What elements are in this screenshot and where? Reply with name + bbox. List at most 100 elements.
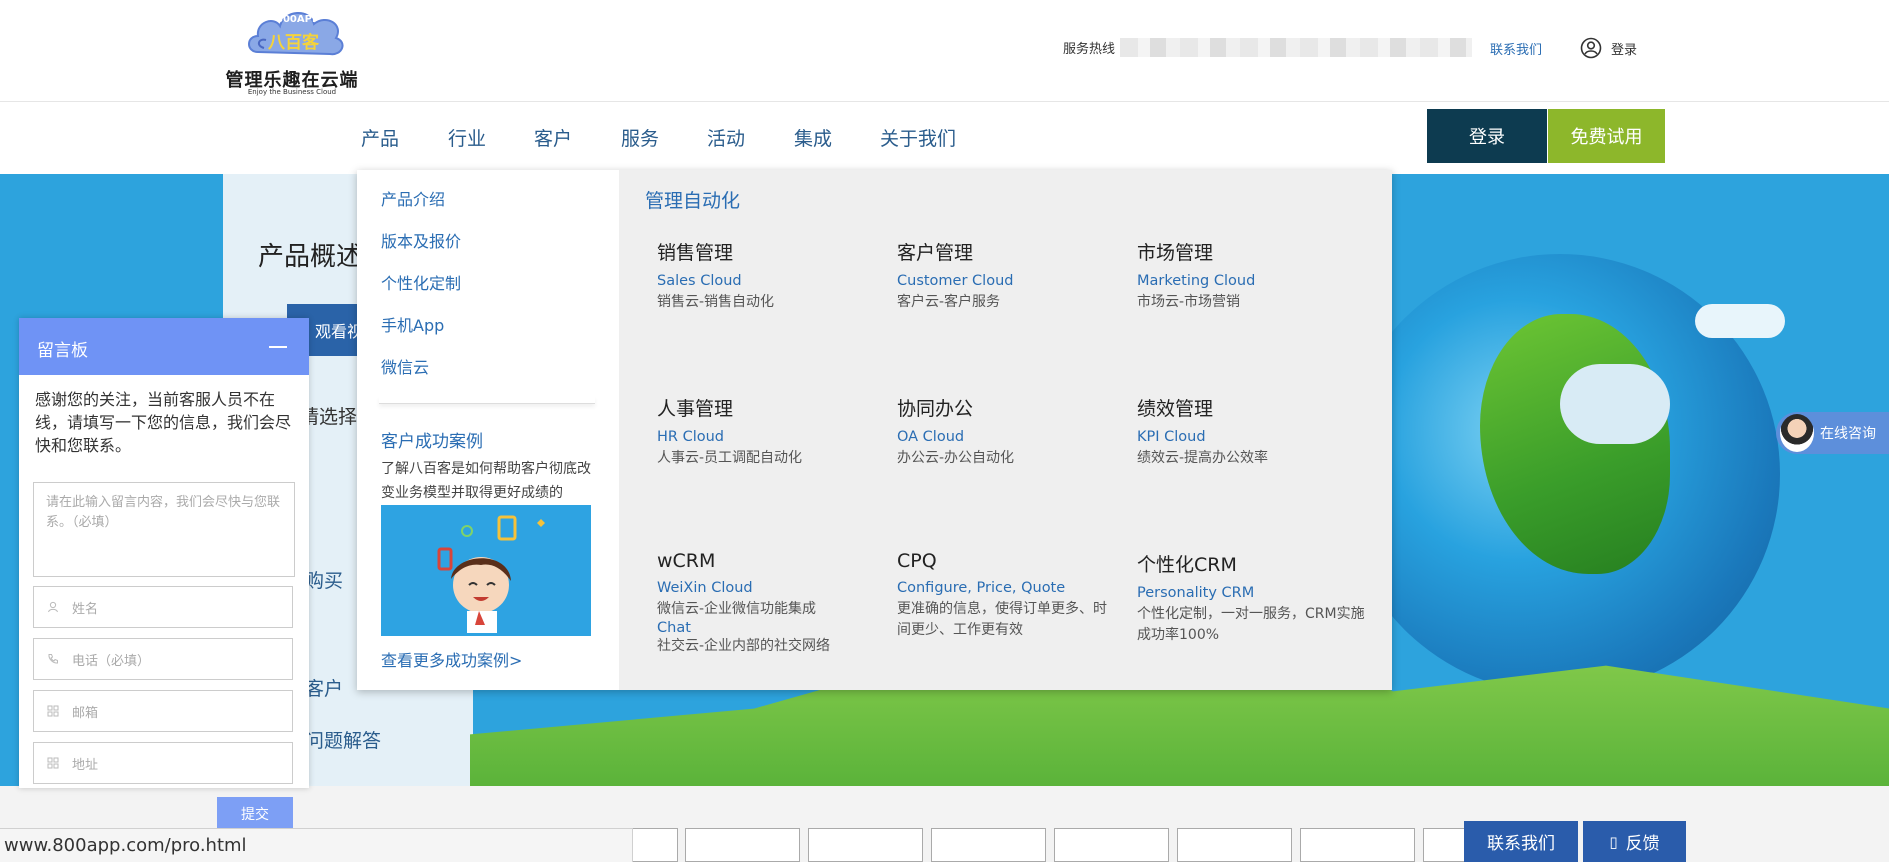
grid-icon xyxy=(46,756,60,770)
user-icon[interactable] xyxy=(1580,37,1602,59)
cloud-illustration xyxy=(1560,364,1670,444)
module-oa[interactable]: 协同办公 OA Cloud 办公云-办公自动化 xyxy=(897,394,1117,469)
logo-name: 八百客 xyxy=(268,33,319,53)
nav-item-industry[interactable]: 行业 xyxy=(448,124,486,151)
module-title: 绩效管理 xyxy=(1137,398,1214,420)
feedback-button[interactable]: ▯ 反馈 xyxy=(1583,821,1686,862)
dropdown-link-mobile-app[interactable]: 手机App xyxy=(381,312,444,336)
nav-item-events[interactable]: 活动 xyxy=(707,124,745,151)
panel-link-customers[interactable]: 客户 xyxy=(305,674,343,701)
module-kpi[interactable]: 绩效管理 KPI Cloud 绩效云-提高办公效率 xyxy=(1137,394,1357,469)
panel-link-faq[interactable]: 问题解答 xyxy=(305,726,381,753)
email-placeholder: 邮箱 xyxy=(72,705,99,721)
dropdown-link-wechat-cloud[interactable]: 微信云 xyxy=(381,354,429,378)
nav-item-about[interactable]: 关于我们 xyxy=(880,124,956,151)
module-en-link[interactable]: HR Cloud xyxy=(657,429,877,445)
module-desc: 市场云-市场营销 xyxy=(1137,294,1241,310)
module-customer[interactable]: 客户管理 Customer Cloud 客户云-客户服务 xyxy=(897,238,1117,313)
status-bar-url: www.800app.com/pro.html xyxy=(0,828,633,862)
module-en-link[interactable]: Sales Cloud xyxy=(657,273,877,289)
module-en-link[interactable]: WeiXin Cloud xyxy=(657,580,877,596)
success-cases-image[interactable] xyxy=(381,505,591,636)
module-title: 市场管理 xyxy=(1137,242,1214,264)
module-tab[interactable] xyxy=(1177,828,1292,862)
nav-item-customer[interactable]: 客户 xyxy=(534,124,572,151)
module-desc: 更准确的信息，使得订单更多、时间更少、工作更有效 xyxy=(897,601,1107,638)
logo-subtitle: Enjoy the Business Cloud xyxy=(247,88,337,96)
module-desc: 微信云-企业微信功能集成 xyxy=(657,601,817,617)
module-en-link-chat[interactable]: Chat xyxy=(657,620,877,636)
module-desc: 个性化定制，一对一服务，CRM实施成功率100% xyxy=(1137,606,1365,643)
address-field[interactable]: 地址 xyxy=(33,742,293,784)
person-icon xyxy=(46,600,60,614)
module-personal-crm[interactable]: 个性化CRM Personality CRM 个性化定制，一对一服务，CRM实施… xyxy=(1137,550,1367,646)
dropdown-link-customization[interactable]: 个性化定制 xyxy=(381,270,461,294)
agent-avatar-icon xyxy=(1780,414,1814,452)
message-board-title: 留言板 xyxy=(37,341,88,361)
minimize-icon[interactable] xyxy=(269,346,287,348)
contact-us-link[interactable]: 联系我们 xyxy=(1490,39,1542,58)
hotline-label: 服务热线 xyxy=(1063,42,1116,57)
cloud-illustration xyxy=(1695,304,1785,338)
email-field[interactable]: 邮箱 xyxy=(33,690,293,732)
free-trial-button[interactable]: 免费试用 xyxy=(1548,109,1665,163)
module-title: 个性化CRM xyxy=(1137,554,1237,576)
message-textarea[interactable]: 请在此输入留言内容，我们会尽快与您联系。（必填） xyxy=(33,482,295,577)
cartoon-character-icon xyxy=(381,505,591,636)
module-tab[interactable] xyxy=(1300,828,1415,862)
module-tab[interactable] xyxy=(931,828,1046,862)
top-header: 800APP 八百客 管理乐趣在云端 Enjoy the Business Cl… xyxy=(0,0,1889,102)
module-en-link[interactable]: Configure, Price, Quote xyxy=(897,580,1117,596)
top-login-link[interactable]: 登录 xyxy=(1611,39,1637,58)
address-placeholder: 地址 xyxy=(72,757,99,773)
online-consult-label: 在线咨询 xyxy=(1820,426,1876,442)
module-wcrm[interactable]: wCRM WeiXin Cloud 微信云-企业微信功能集成 Chat 社交云-… xyxy=(657,550,877,657)
module-en-link[interactable]: Customer Cloud xyxy=(897,273,1117,289)
module-en-link[interactable]: KPI Cloud xyxy=(1137,429,1357,445)
module-marketing[interactable]: 市场管理 Marketing Cloud 市场云-市场营销 xyxy=(1137,238,1357,313)
module-tab[interactable] xyxy=(808,828,923,862)
success-cases-title[interactable]: 客户成功案例 xyxy=(381,427,483,452)
module-title: wCRM xyxy=(657,550,716,572)
module-desc: 客户云-客户服务 xyxy=(897,294,1001,310)
nav-item-integration[interactable]: 集成 xyxy=(794,124,832,151)
panel-link-buy[interactable]: 购买 xyxy=(305,566,343,593)
module-en-link[interactable]: Personality CRM xyxy=(1137,585,1367,601)
module-title: 销售管理 xyxy=(657,242,734,264)
feedback-label: 反馈 xyxy=(1625,834,1660,854)
module-en-link[interactable]: Marketing Cloud xyxy=(1137,273,1357,289)
logo-badge: 800APP xyxy=(276,14,320,25)
message-board-widget: 留言板 感谢您的关注，当前客服人员不在线，请填写一下您的信息，我们会尽快和您联系… xyxy=(19,318,309,788)
phone-placeholder: 电话（必填） xyxy=(72,653,151,669)
module-desc: 绩效云-提高办公效率 xyxy=(1137,450,1269,466)
login-button[interactable]: 登录 xyxy=(1427,109,1547,163)
phone-field[interactable]: 电话（必填） xyxy=(33,638,293,680)
contact-us-button[interactable]: 联系我们 xyxy=(1464,821,1578,862)
grid-icon xyxy=(46,704,60,718)
panel-title: 产品概述 xyxy=(258,242,363,272)
name-field[interactable]: 姓名 xyxy=(33,586,293,628)
online-consult-button[interactable]: 在线咨询 xyxy=(1776,412,1889,454)
dropdown-link-product-intro[interactable]: 产品介绍 xyxy=(381,186,445,210)
module-sales[interactable]: 销售管理 Sales Cloud 销售云-销售自动化 xyxy=(657,238,877,313)
submit-button[interactable]: 提交 xyxy=(217,797,293,830)
module-title: 客户管理 xyxy=(897,242,974,264)
phone-icon xyxy=(46,652,60,666)
product-dropdown-menu: 产品介绍 版本及报价 个性化定制 手机App 微信云 客户成功案例 了解八百客是… xyxy=(357,170,1392,690)
name-placeholder: 姓名 xyxy=(72,601,99,617)
success-cases-description: 了解八百客是如何帮助客户彻底改变业务模型并取得更好成绩的 xyxy=(381,461,591,501)
more-cases-link[interactable]: 查看更多成功案例> xyxy=(381,647,522,671)
module-tab[interactable] xyxy=(1054,828,1169,862)
module-hr[interactable]: 人事管理 HR Cloud 人事云-员工调配自动化 xyxy=(657,394,877,469)
module-tab[interactable] xyxy=(685,828,800,862)
feedback-icon: ▯ xyxy=(1609,832,1618,851)
nav-item-service[interactable]: 服务 xyxy=(621,124,659,151)
logo[interactable]: 800APP 八百客 管理乐趣在云端 Enjoy the Business Cl… xyxy=(222,6,362,96)
dropdown-link-pricing[interactable]: 版本及报价 xyxy=(381,228,461,252)
module-en-link[interactable]: OA Cloud xyxy=(897,429,1117,445)
module-title: 人事管理 xyxy=(657,398,734,420)
nav-item-product[interactable]: 产品 xyxy=(361,124,399,151)
module-cpq[interactable]: CPQ Configure, Price, Quote 更准确的信息，使得订单更… xyxy=(897,550,1117,641)
module-title: CPQ xyxy=(897,550,937,572)
module-title: 协同办公 xyxy=(897,398,974,420)
